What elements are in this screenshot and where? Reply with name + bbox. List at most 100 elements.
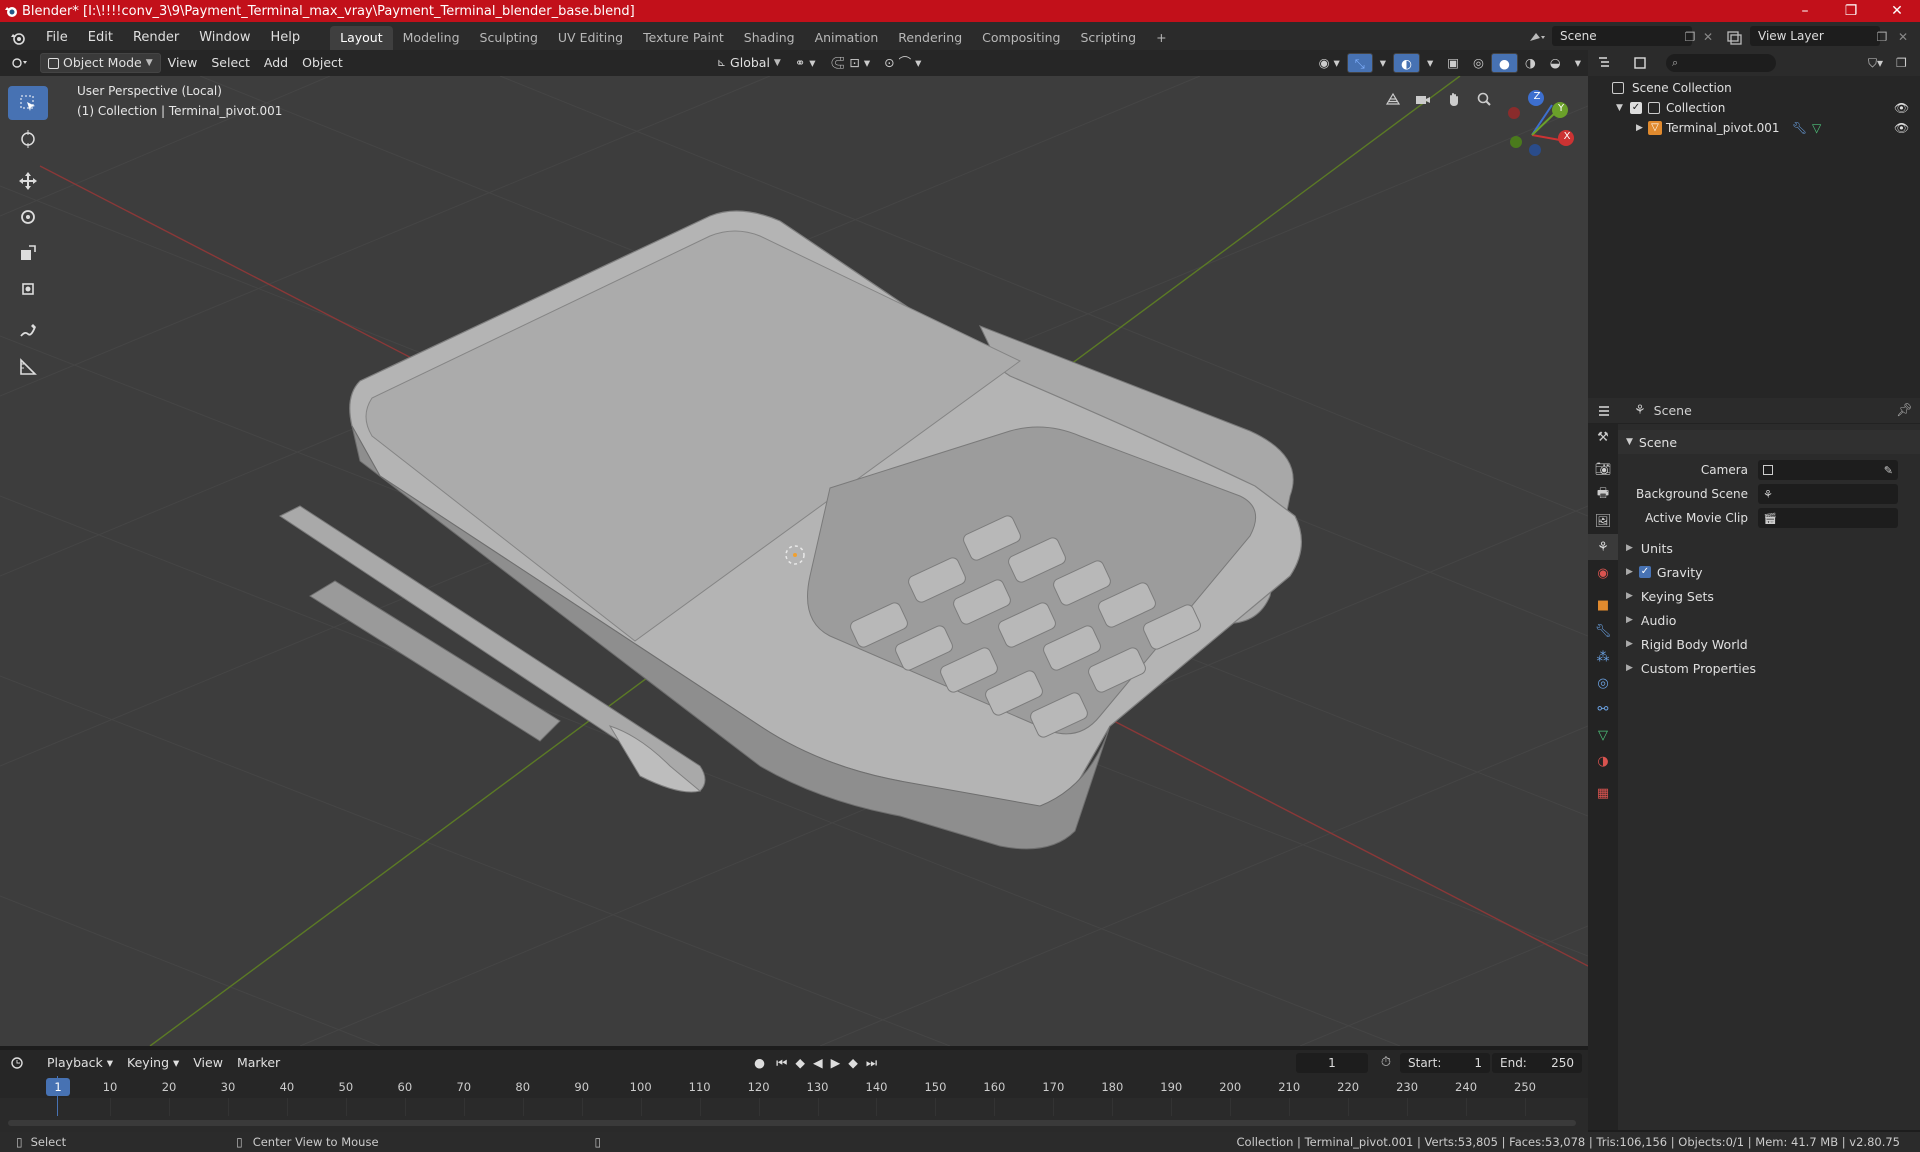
tab-sculpting[interactable]: Sculpting xyxy=(470,26,548,50)
render-tab-icon[interactable]: 📷︎ xyxy=(1588,456,1618,482)
filter-icon[interactable]: ⛉▾ xyxy=(1868,56,1896,71)
scene-panel-header[interactable]: ▼ Scene xyxy=(1618,430,1920,454)
menu-add[interactable]: Add xyxy=(257,53,295,73)
toggle-camera-view-icon[interactable] xyxy=(1380,86,1406,112)
play-icon[interactable]: ▶ xyxy=(827,1053,845,1073)
marker-menu[interactable]: Marker xyxy=(230,1053,287,1073)
jump-end-icon[interactable]: ⏭ xyxy=(862,1053,881,1073)
object-tab-icon[interactable]: ■ xyxy=(1588,592,1618,618)
mode-dropdown[interactable]: Object Mode ▼ xyxy=(40,53,161,73)
scene-remove-icon[interactable]: ✕ xyxy=(1700,27,1716,47)
cursor-tool[interactable] xyxy=(8,122,48,156)
3d-viewport[interactable]: User Perspective (Local) (1) Collection … xyxy=(0,76,1588,1046)
properties-editor-icon[interactable] xyxy=(1588,404,1624,418)
menu-view[interactable]: View xyxy=(161,53,205,73)
close-button[interactable]: ✕ xyxy=(1874,0,1920,22)
material-tab-icon[interactable]: ◑ xyxy=(1588,748,1618,774)
record-icon[interactable]: ● xyxy=(747,1053,772,1073)
movie-clip-field[interactable]: 🎬︎ xyxy=(1758,508,1898,528)
expand-right-icon[interactable]: ▶ xyxy=(1636,118,1643,138)
proportional-edit-icon[interactable]: ⊙ ⌒ ▾ xyxy=(877,53,928,73)
wireframe-shading-icon[interactable]: ◎ xyxy=(1466,53,1491,73)
scale-tool[interactable] xyxy=(8,236,48,270)
menu-window[interactable]: Window xyxy=(189,26,260,50)
keying-menu[interactable]: Keying ▾ xyxy=(120,1053,186,1073)
audio-panel[interactable]: ▶ Audio xyxy=(1618,608,1920,632)
xray-icon[interactable]: ▣ xyxy=(1440,53,1466,73)
gravity-panel[interactable]: ▶ ✓ Gravity xyxy=(1618,560,1920,584)
menu-render[interactable]: Render xyxy=(123,26,189,50)
tab-texture-paint[interactable]: Texture Paint xyxy=(633,26,734,50)
outliner-search-input[interactable]: ⌕ xyxy=(1666,54,1776,72)
eyedropper-icon[interactable]: ✎ xyxy=(1884,464,1893,477)
tool-tab-icon[interactable]: ⚒ xyxy=(1588,424,1618,450)
zoom-icon[interactable] xyxy=(1471,86,1497,112)
add-workspace-button[interactable]: + xyxy=(1146,26,1176,50)
timeline-view-menu[interactable]: View xyxy=(186,1053,230,1073)
pin-icon[interactable]: 📌︎ xyxy=(1896,403,1920,418)
transform-tool[interactable] xyxy=(8,272,48,306)
scene-name-field[interactable]: Scene xyxy=(1552,26,1692,46)
tab-scripting[interactable]: Scripting xyxy=(1071,26,1147,50)
pivot-icon[interactable]: ⚭ ▾ xyxy=(788,53,823,73)
stopwatch-icon[interactable]: ⏱ xyxy=(1376,1053,1396,1073)
menu-object[interactable]: Object xyxy=(295,53,350,73)
units-panel[interactable]: ▶ Units xyxy=(1618,536,1920,560)
overlay-toggle-icon[interactable]: ◐ xyxy=(1393,53,1420,73)
start-frame-field[interactable]: Start: 1 xyxy=(1400,1053,1490,1073)
view-layer-tab-icon[interactable]: 🖼︎ xyxy=(1588,508,1618,534)
play-reverse-icon[interactable]: ◀ xyxy=(809,1053,827,1073)
keying-sets-panel[interactable]: ▶ Keying Sets xyxy=(1618,584,1920,608)
editor-type-icon[interactable] xyxy=(0,26,36,50)
next-keyframe-icon[interactable]: ◆ xyxy=(844,1053,862,1073)
scene-selector-icon[interactable] xyxy=(1526,27,1548,47)
material-shading-icon[interactable]: ◑ xyxy=(1518,53,1543,73)
data-tab-icon[interactable]: ▽ xyxy=(1588,722,1618,748)
minimize-button[interactable]: – xyxy=(1782,0,1828,22)
particles-tab-icon[interactable]: ⁂ xyxy=(1588,644,1618,670)
rotate-tool[interactable] xyxy=(8,200,48,234)
snap-icon[interactable]: 🧲︎ ⊡ ▾ xyxy=(823,53,878,73)
physics-tab-icon[interactable]: ◎ xyxy=(1588,670,1618,696)
measure-tool[interactable] xyxy=(8,350,48,384)
world-tab-icon[interactable]: ◉ xyxy=(1588,560,1618,586)
visibility-icon[interactable]: ◉ ▾ xyxy=(1312,53,1347,73)
current-frame-field[interactable]: 1 xyxy=(1296,1053,1368,1073)
tab-animation[interactable]: Animation xyxy=(805,26,889,50)
jump-start-icon[interactable]: ⏮ xyxy=(772,1053,791,1073)
timeline-area[interactable]: 10 20 30 40 50 60 70 80 90 100 110 120 130 140 150 160 1… xyxy=(0,1076,1588,1132)
menu-edit[interactable]: Edit xyxy=(78,26,123,50)
texture-tab-icon[interactable]: ▦ xyxy=(1588,780,1618,806)
menu-select[interactable]: Select xyxy=(204,53,257,73)
tab-rendering[interactable]: Rendering xyxy=(888,26,972,50)
prev-keyframe-icon[interactable]: ◆ xyxy=(791,1053,809,1073)
tab-modeling[interactable]: Modeling xyxy=(393,26,470,50)
new-collection-icon[interactable]: ❐ xyxy=(1896,56,1920,70)
chevron-down-icon[interactable]: ▾ xyxy=(1373,53,1393,73)
menu-file[interactable]: File xyxy=(36,26,78,50)
chevron-down-icon[interactable]: ▾ xyxy=(1420,53,1440,73)
tab-uv-editing[interactable]: UV Editing xyxy=(548,26,633,50)
display-mode-icon[interactable] xyxy=(1624,56,1660,70)
custom-properties-panel[interactable]: ▶ Custom Properties xyxy=(1618,656,1920,680)
modifier-wrench-icon[interactable]: 🔧︎ xyxy=(1792,118,1807,138)
orientation-dropdown[interactable]: ⊾ Global ▼ xyxy=(710,53,788,73)
playhead[interactable]: 1 xyxy=(46,1078,70,1096)
camera-icon[interactable] xyxy=(1410,86,1436,112)
playback-menu[interactable]: Playback ▾ xyxy=(40,1053,120,1073)
eye-icon[interactable]: 👁︎ xyxy=(1894,118,1909,138)
view-layer-remove-icon[interactable]: ✕ xyxy=(1894,27,1912,47)
view-layer-new-icon[interactable]: ❐ xyxy=(1872,27,1892,47)
solid-shading-icon[interactable]: ● xyxy=(1490,53,1518,73)
scene-new-icon[interactable]: ❐ xyxy=(1680,27,1700,47)
view-layer-icon[interactable] xyxy=(1724,27,1748,47)
annotate-tool[interactable] xyxy=(8,314,48,348)
outliner-collection-row[interactable]: ▼ ✓ Collection 👁︎ xyxy=(1588,98,1920,118)
menu-help[interactable]: Help xyxy=(261,26,311,50)
timeline-editor-icon[interactable] xyxy=(0,1056,40,1070)
modifier-tab-icon[interactable]: 🔧︎ xyxy=(1588,618,1618,644)
gravity-checkbox[interactable]: ✓ xyxy=(1638,566,1651,578)
constraints-tab-icon[interactable]: ⚯ xyxy=(1588,696,1618,722)
gizmo-toggle-icon[interactable]: ⤡ xyxy=(1346,53,1373,73)
checkbox-icon[interactable]: ✓ xyxy=(1630,102,1642,114)
